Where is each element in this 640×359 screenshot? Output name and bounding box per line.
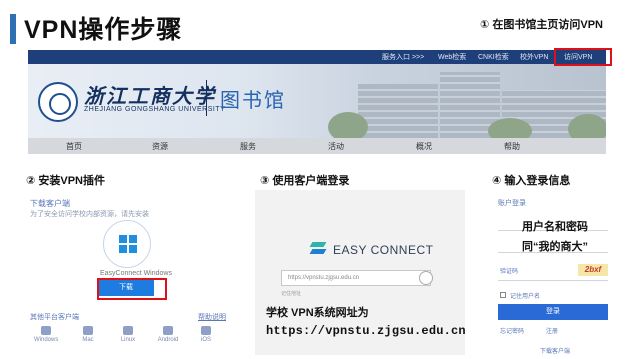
help-link[interactable]: 帮助说明 — [198, 312, 226, 322]
vpn-url: https://vpnstu.zjgsu.edu.cn — [266, 324, 466, 338]
top-nav-bar: 服务入口 >>> Web检索 CNKI检索 校外VPN 访问VPN — [28, 50, 606, 64]
step-1-label: ① 在图书馆主页访问VPN — [480, 19, 603, 31]
captcha-image[interactable]: 2bxf — [578, 264, 608, 276]
step-2-label: ② 安装VPN插件 — [26, 175, 105, 187]
login-button[interactable]: 登录 — [498, 304, 608, 320]
platform-mac[interactable]: Mac — [76, 326, 100, 343]
os-client-label: EasyConnect Windows — [100, 270, 172, 277]
captcha-label: 验证码 — [500, 269, 519, 275]
step-3-label: ③ 使用客户端登录 — [260, 175, 350, 187]
topnav-service-entry[interactable]: 服务入口 >>> — [382, 52, 424, 62]
server-address-input[interactable]: https://vpnstu.zjgsu.edu.cn — [281, 270, 431, 286]
platform-android[interactable]: Android — [156, 326, 180, 343]
nav-resources[interactable]: 资源 — [152, 141, 168, 152]
install-plugin-panel: 下载客户端 为了安全访问学校内部资源，请先安装 EasyConnect Wind… — [28, 196, 228, 346]
download-client-link[interactable]: 下载客户端 — [540, 346, 570, 355]
nav-help[interactable]: 帮助 — [504, 141, 520, 152]
remember-label: 记住用户名 — [510, 294, 541, 300]
download-highlight — [97, 278, 167, 300]
forgot-password-link[interactable]: 忘记密码 — [500, 326, 524, 335]
page-title: VPN操作步骤 — [24, 16, 183, 44]
windows-client-card[interactable] — [103, 220, 151, 268]
main-nav-bar: 首页 资源 服务 活动 概况 帮助 — [28, 138, 606, 154]
university-name-en: ZHEJIANG GONGSHANG UNIVERSITY — [84, 106, 226, 113]
university-name: 浙江工商大学 — [84, 84, 216, 108]
other-platforms-label: 其他平台客户端 — [30, 314, 79, 321]
vpn-link-highlight — [554, 48, 612, 66]
account-login-heading: 账户登录 — [498, 200, 526, 207]
download-subtext: 为了安全访问学校内部资源，请先安装 — [30, 211, 149, 218]
platform-ios[interactable]: iOS — [194, 326, 218, 343]
title-accent-bar — [10, 14, 16, 44]
credentials-note-2: 同“我的商大” — [522, 241, 588, 253]
easyconnect-logo-icon — [309, 242, 327, 256]
platform-linux[interactable]: Linux — [116, 326, 140, 343]
nav-home[interactable]: 首页 — [66, 141, 82, 152]
library-homepage: 服务入口 >>> Web检索 CNKI检索 校外VPN 访问VPN 浙江工商大学… — [28, 50, 606, 154]
windows-logo-icon — [119, 235, 137, 253]
credentials-note-1: 用户名和密码 — [522, 221, 588, 233]
register-link[interactable]: 注册 — [546, 326, 558, 335]
topnav-web-search[interactable]: Web检索 — [438, 52, 466, 62]
apple-icon — [83, 326, 93, 335]
nav-services[interactable]: 服务 — [240, 141, 256, 152]
vpn-url-caption: 学校 VPN系统网址为 — [266, 307, 369, 319]
university-seal-icon — [38, 82, 78, 122]
remember-address[interactable]: 记住地址 — [281, 290, 301, 297]
app-name: EASY CONNECT — [333, 243, 434, 257]
linux-icon — [123, 326, 133, 335]
topnav-offcampus-vpn[interactable]: 校外VPN — [520, 52, 548, 62]
nav-overview[interactable]: 概况 — [416, 141, 432, 152]
nav-activities[interactable]: 活动 — [328, 141, 344, 152]
server-address-value: https://vpnstu.zjgsu.edu.cn — [288, 275, 360, 281]
android-icon — [163, 326, 173, 335]
download-heading: 下载客户端 — [30, 199, 70, 208]
windows-icon — [41, 326, 51, 335]
ios-icon — [201, 326, 211, 335]
connect-button[interactable] — [419, 271, 433, 285]
library-title: 图书馆 — [220, 90, 286, 112]
remember-checkbox[interactable] — [500, 292, 506, 298]
step-4-label: ④ 输入登录信息 — [492, 175, 571, 187]
platform-windows[interactable]: Windows — [34, 326, 58, 343]
topnav-cnki[interactable]: CNKI检索 — [478, 52, 509, 62]
logo-divider — [206, 80, 207, 116]
